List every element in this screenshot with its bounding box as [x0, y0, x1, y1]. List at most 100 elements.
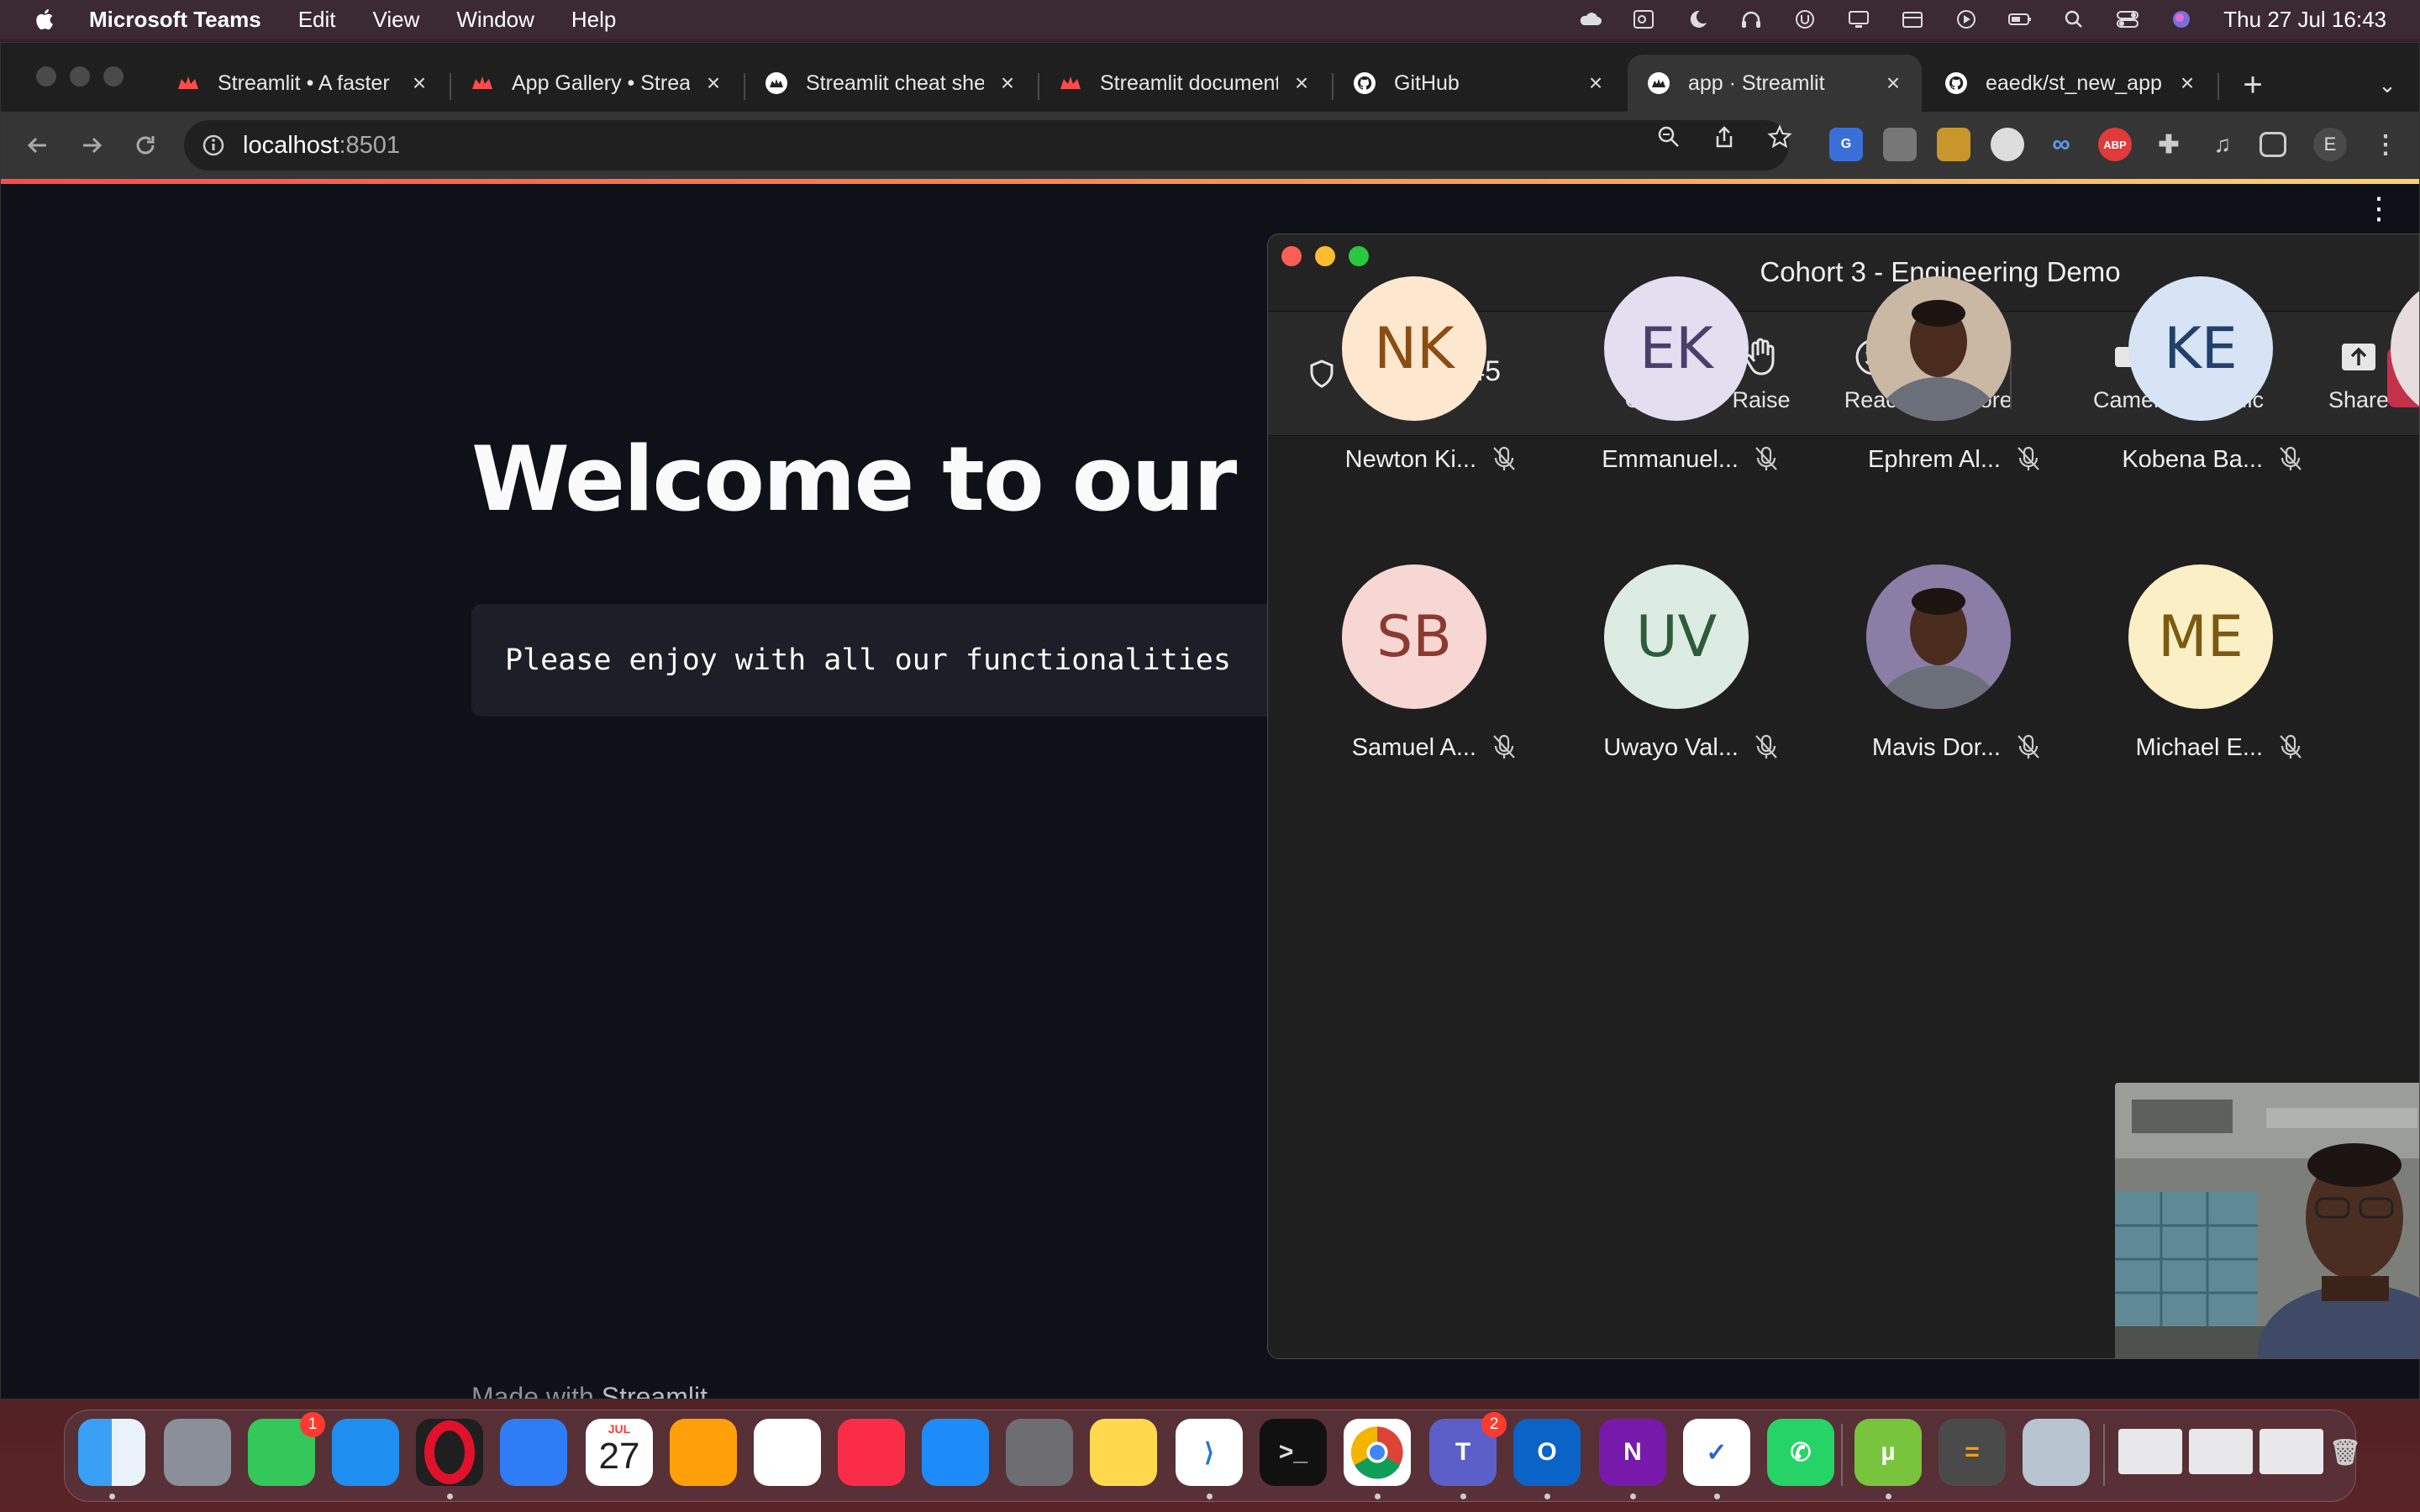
participant-tile[interactable]: UV Uwayo Val...: [1537, 564, 1789, 783]
zoom-icon[interactable]: [1655, 123, 1683, 151]
opera-icon[interactable]: [416, 1419, 483, 1486]
minimized-window-thumbnail[interactable]: [2118, 1429, 2182, 1474]
tab-close-icon[interactable]: ×: [2177, 70, 2197, 96]
google-translate-icon[interactable]: G: [1829, 128, 1863, 161]
puzzle-icon[interactable]: ✚: [2152, 128, 2186, 161]
forward-arrow-icon[interactable]: [73, 127, 110, 164]
tab-close-icon[interactable]: ×: [703, 70, 723, 96]
calendar-icon[interactable]: JUL 27: [586, 1419, 653, 1486]
link-icon[interactable]: ∞: [2044, 128, 2078, 161]
tab-search-chevron-icon[interactable]: ⌄: [2370, 68, 2404, 102]
notes-icon[interactable]: [1090, 1419, 1157, 1486]
launchpad-icon[interactable]: [164, 1419, 231, 1486]
safari-icon[interactable]: [332, 1419, 399, 1486]
sidebar-icon[interactable]: [2260, 132, 2286, 157]
tab-streamlit-docs[interactable]: Streamlit document ×: [1039, 55, 1330, 112]
extension-icon[interactable]: [1883, 128, 1917, 161]
participant-tile[interactable]: ME Michael E...: [2061, 564, 2313, 783]
keynote-icon[interactable]: [500, 1419, 567, 1486]
extension-icon[interactable]: [1991, 128, 2024, 161]
minimized-window-thumbnail[interactable]: [2260, 1429, 2323, 1474]
outlook-status-icon[interactable]: [1631, 8, 1656, 30]
music-icon[interactable]: [838, 1419, 905, 1486]
self-video-preview[interactable]: [2115, 1083, 2419, 1358]
tab-streamlit-faster[interactable]: Streamlit • A faster ×: [157, 55, 448, 112]
tab-close-icon[interactable]: ×: [1586, 70, 1606, 96]
adblock-icon[interactable]: ABP: [2098, 128, 2132, 161]
participant-tile[interactable]: Kwar: [2323, 276, 2419, 495]
participant-tile[interactable]: NK Newton Ki...: [1275, 276, 1527, 495]
reminders-icon[interactable]: [754, 1419, 821, 1486]
utorrent-icon[interactable]: µ: [1854, 1419, 1922, 1486]
calculator-icon[interactable]: =: [1939, 1419, 2006, 1486]
search-icon[interactable]: [2061, 8, 2086, 30]
tab-github[interactable]: GitHub ×: [1334, 55, 1624, 112]
app-store-icon[interactable]: [922, 1419, 989, 1486]
notification-badge: 2: [1481, 1412, 1507, 1437]
mic-off-icon: [1752, 732, 1781, 761]
todo-icon[interactable]: ✓: [1683, 1419, 1750, 1486]
battery-icon[interactable]: [2007, 8, 2033, 30]
system-settings-icon[interactable]: [1006, 1419, 1073, 1486]
finder-icon[interactable]: [78, 1419, 145, 1486]
menu-help[interactable]: Help: [571, 7, 616, 33]
tab-github-repo[interactable]: eaedk/st_new_app ×: [1925, 55, 2216, 112]
tab-title: GitHub: [1394, 71, 1460, 95]
calendar-status-icon[interactable]: [1900, 8, 1925, 30]
onenote-icon[interactable]: N: [1599, 1419, 1666, 1486]
streamlit-menu-icon[interactable]: ⋮: [2364, 193, 2394, 236]
reload-icon[interactable]: [127, 127, 164, 164]
tab-app-streamlit[interactable]: app · Streamlit ×: [1628, 55, 1922, 112]
participant-tile[interactable]: Mavis Dor...: [1799, 564, 2051, 783]
cloud-icon[interactable]: [1577, 8, 1602, 30]
bookmark-star-icon[interactable]: [1765, 123, 1794, 151]
participant-tile[interactable]: EK Emmanuel...: [1537, 276, 1789, 495]
window-close-button[interactable]: [36, 66, 56, 87]
menu-clock[interactable]: Thu 27 Jul 16:43: [2223, 7, 2386, 33]
siri-icon[interactable]: [2169, 8, 2194, 30]
browser-menu-icon[interactable]: ⋮: [2369, 128, 2402, 161]
pages-icon[interactable]: [670, 1419, 737, 1486]
tab-cheat-sheet[interactable]: Streamlit cheat she ×: [745, 55, 1036, 112]
tab-close-icon[interactable]: ×: [1883, 70, 1903, 96]
moon-icon[interactable]: [1685, 8, 1710, 30]
extension-icon[interactable]: [1937, 128, 1970, 161]
menu-app-name[interactable]: Microsoft Teams: [89, 7, 261, 33]
tab-app-gallery[interactable]: App Gallery • Strea ×: [451, 55, 742, 112]
control-center-icon[interactable]: [2115, 8, 2140, 30]
footer-brand-link[interactable]: Streamlit: [602, 1382, 708, 1399]
mic-off-icon: [2014, 732, 2043, 761]
minimized-window-thumbnail[interactable]: [2189, 1429, 2253, 1474]
terminal-icon[interactable]: >_: [1260, 1419, 1327, 1486]
tab-close-icon[interactable]: ×: [409, 70, 429, 96]
outlook-icon[interactable]: O: [1513, 1419, 1581, 1486]
back-arrow-icon[interactable]: [19, 127, 56, 164]
participant-tile[interactable]: KE Kobena Ba...: [2061, 276, 2313, 495]
display-icon[interactable]: [1846, 8, 1871, 30]
info-icon[interactable]: [201, 133, 226, 158]
participant-avatar: ME: [2128, 564, 2273, 709]
media-icon[interactable]: ♫: [2206, 128, 2239, 161]
chrome-icon[interactable]: [1344, 1419, 1411, 1486]
window-zoom-button[interactable]: [103, 66, 124, 87]
participant-tile[interactable]: SB Samuel A...: [1275, 564, 1527, 783]
tab-close-icon[interactable]: ×: [997, 70, 1018, 96]
participant-tile[interactable]: Ephrem Al...: [1799, 276, 2051, 495]
menu-window[interactable]: Window: [456, 7, 534, 33]
tab-close-icon[interactable]: ×: [1292, 70, 1312, 96]
headphones-icon[interactable]: [1739, 8, 1764, 30]
share-page-icon[interactable]: [1710, 123, 1739, 151]
vscode-icon[interactable]: ⟩: [1176, 1419, 1243, 1486]
preview-icon[interactable]: [2023, 1419, 2090, 1486]
profile-avatar[interactable]: E: [2313, 128, 2347, 161]
whatsapp-icon[interactable]: ✆: [1767, 1419, 1834, 1486]
menu-edit[interactable]: Edit: [298, 7, 336, 33]
address-bar[interactable]: localhost:8501: [184, 120, 1789, 171]
new-tab-button[interactable]: +: [2236, 68, 2270, 102]
menu-view[interactable]: View: [373, 7, 420, 33]
apple-icon[interactable]: [30, 4, 60, 34]
play-icon[interactable]: [1954, 8, 1979, 30]
window-minimize-button[interactable]: [70, 66, 90, 87]
vpn-icon[interactable]: [1792, 8, 1818, 30]
participant-initials: ME: [2158, 603, 2244, 670]
